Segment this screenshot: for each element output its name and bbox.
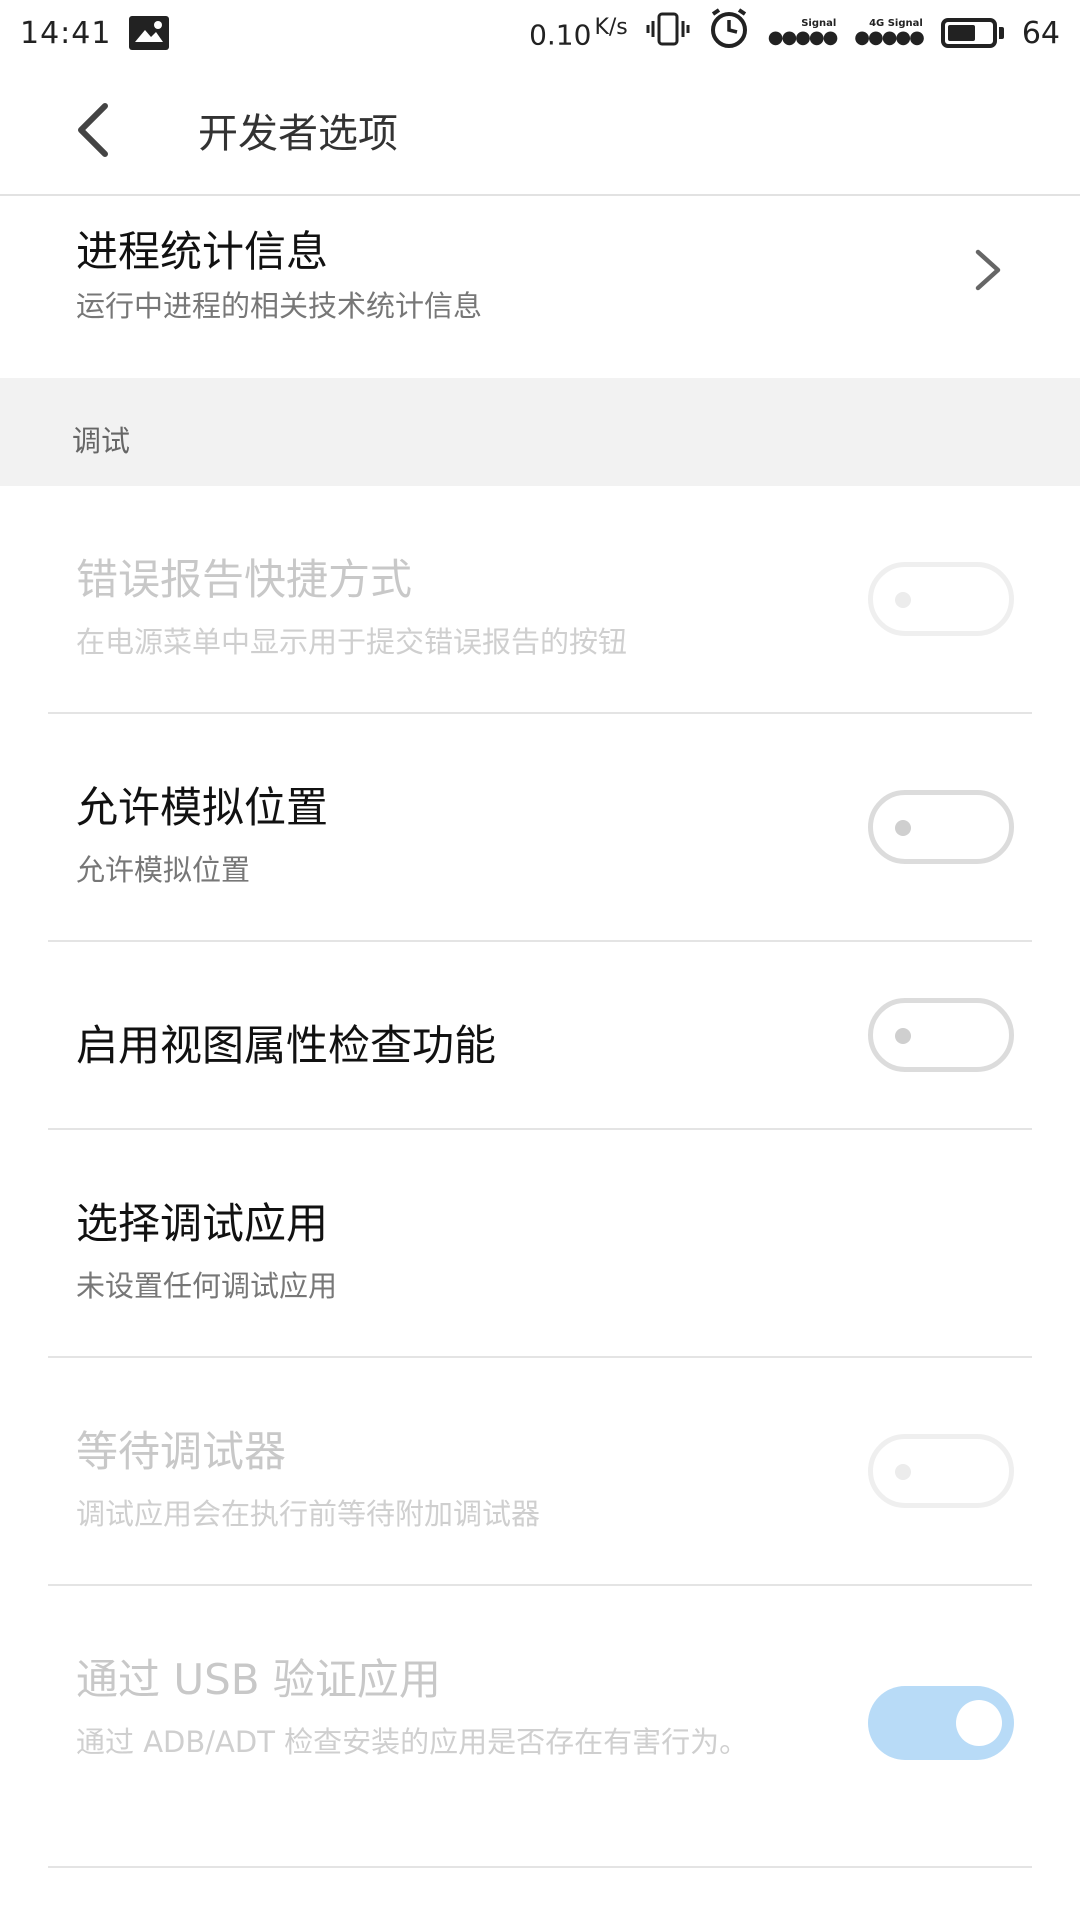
- wait-debugger-toggle: [868, 1434, 1014, 1508]
- wait-debugger-title: 等待调试器: [76, 1427, 287, 1476]
- alarm-icon: [708, 8, 750, 58]
- verify-apps-usb-item: 通过 USB 验证应用 通过 ADB/ADT 检查安装的应用是否存在有害行为。: [0, 1586, 1080, 1866]
- battery-icon: [940, 18, 1004, 48]
- net-speed-unit: K/s: [594, 14, 628, 40]
- verify-usb-title: 通过 USB 验证应用: [76, 1655, 441, 1704]
- signal-indicator-1: Signal ●●●●●: [767, 19, 839, 48]
- divider: [48, 1866, 1032, 1868]
- battery-percent: 64: [1021, 15, 1060, 51]
- verify-usb-subtitle: 通过 ADB/ADT 检查安装的应用是否存在有害行为。: [76, 1725, 749, 1759]
- view-attribute-toggle[interactable]: [868, 998, 1014, 1072]
- chevron-left-icon: [78, 103, 108, 157]
- wait-for-debugger-item: 等待调试器 调试应用会在执行前等待附加调试器: [0, 1358, 1080, 1584]
- mock-location-subtitle: 允许模拟位置: [76, 853, 251, 887]
- photo-notification-icon: [129, 16, 170, 50]
- mock-location-toggle[interactable]: [868, 790, 1014, 864]
- bug-report-title: 错误报告快捷方式: [76, 555, 413, 604]
- process-stats-item[interactable]: 进程统计信息 运行中进程的相关技术统计信息: [0, 198, 1080, 378]
- vibrate-icon: [646, 11, 690, 55]
- app-header: 开发者选项: [0, 66, 1080, 196]
- signal-dots-icon: ●●●●●: [854, 27, 925, 48]
- net-speed-value: 0.10: [529, 18, 592, 52]
- process-stats-title: 进程统计信息: [76, 227, 329, 276]
- signal-dots-icon: ●●●●●: [767, 27, 839, 48]
- view-attribute-title: 启用视图属性检查功能: [76, 1021, 497, 1070]
- verify-usb-toggle: [868, 1686, 1014, 1760]
- bug-report-subtitle: 在电源菜单中显示用于提交错误报告的按钮: [76, 625, 628, 659]
- wait-debugger-subtitle: 调试应用会在执行前等待附加调试器: [76, 1497, 541, 1531]
- chevron-right-icon: [975, 249, 1001, 291]
- status-bar: 14:41 0.10 K/s Signal ●●●●● 4G Signal ●●…: [0, 0, 1080, 66]
- page-title: 开发者选项: [198, 111, 398, 157]
- bug-report-shortcut-item: 错误报告快捷方式 在电源菜单中显示用于提交错误报告的按钮: [0, 486, 1080, 712]
- signal-indicator-2: 4G Signal ●●●●●: [854, 19, 925, 48]
- status-time: 14:41: [20, 15, 112, 51]
- select-debug-app-subtitle: 未设置任何调试应用: [76, 1269, 338, 1303]
- back-button[interactable]: [48, 85, 138, 175]
- bug-report-toggle: [868, 562, 1014, 636]
- section-title: 调试: [72, 424, 131, 458]
- select-debug-app-title: 选择调试应用: [76, 1199, 329, 1248]
- section-header-debug: 调试: [0, 378, 1080, 486]
- process-stats-subtitle: 运行中进程的相关技术统计信息: [76, 289, 483, 323]
- view-attribute-inspection-item[interactable]: 启用视图属性检查功能: [0, 942, 1080, 1128]
- mock-location-item[interactable]: 允许模拟位置 允许模拟位置: [0, 714, 1080, 940]
- net-speed: 0.10 K/s: [529, 15, 628, 51]
- mock-location-title: 允许模拟位置: [76, 783, 329, 832]
- select-debug-app-item[interactable]: 选择调试应用 未设置任何调试应用: [0, 1130, 1080, 1356]
